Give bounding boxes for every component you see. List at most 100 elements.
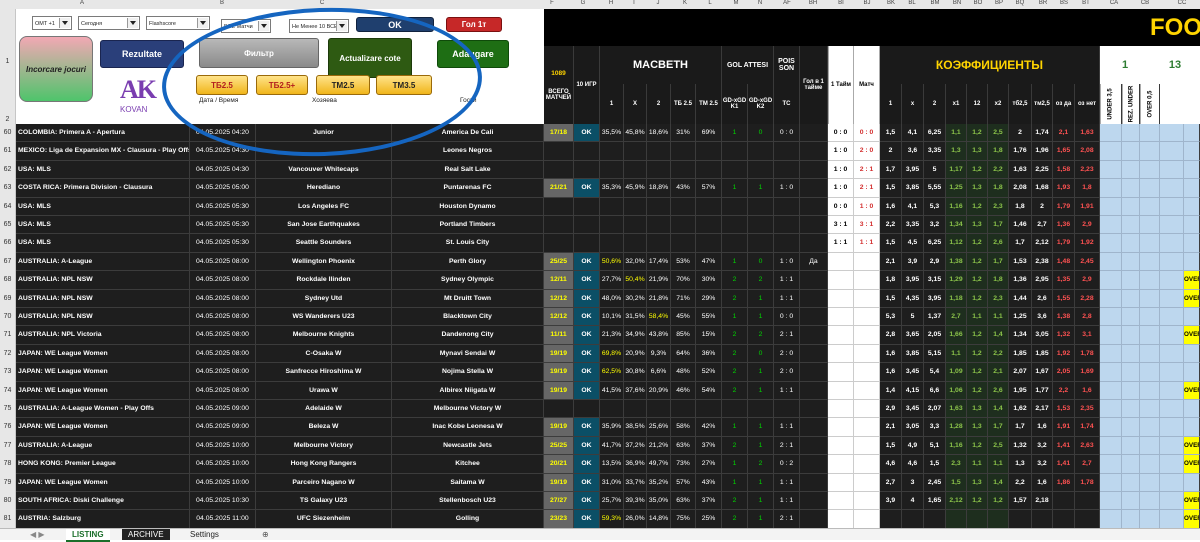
blank-cell[interactable] (1140, 344, 1160, 364)
column-letter[interactable]: BK (887, 0, 895, 6)
home-cell[interactable]: Adelaide W (256, 400, 392, 419)
datetime-cell[interactable]: 04.05.2025 11:00 (190, 510, 256, 529)
gdx1-cell[interactable] (722, 400, 748, 419)
prob-px-cell[interactable] (624, 160, 647, 180)
rez-under-cell[interactable] (1122, 363, 1140, 382)
blank-cell[interactable] (1140, 179, 1160, 198)
gdx2-cell[interactable]: 1 (748, 381, 774, 400)
coef-cell[interactable]: 1,1 (946, 124, 967, 143)
row-header-2[interactable]: 2 (0, 115, 16, 124)
tm-cell[interactable]: 47% (696, 252, 722, 272)
tc-cell[interactable]: 1 : 1 (774, 381, 800, 400)
tb-cell[interactable]: 75% (671, 510, 696, 529)
coef-cell[interactable]: 1,2 (967, 326, 988, 345)
tc-cell[interactable]: 2 : 0 (774, 344, 800, 364)
row-header[interactable]: 71 (0, 326, 16, 345)
over-cell[interactable]: OVER 0,5 (1184, 271, 1200, 290)
under-cell[interactable] (1100, 142, 1122, 161)
coef-cell[interactable]: 2,9 (1075, 271, 1100, 290)
coef-cell[interactable]: 2,9 (880, 400, 902, 419)
blank-cell[interactable] (1160, 510, 1184, 529)
last10-cell[interactable] (574, 197, 600, 216)
coef-cell[interactable]: 4,1 (902, 197, 924, 216)
tb-cell[interactable]: 70% (671, 271, 696, 290)
total-cell[interactable]: 21/21 (544, 179, 574, 198)
coef-cell[interactable]: 1,18 (946, 289, 967, 308)
row-header[interactable]: 67 (0, 252, 16, 272)
column-letter[interactable]: CB (1141, 0, 1149, 6)
coef-cell[interactable]: 1,85 (1009, 344, 1032, 364)
row-header[interactable]: 68 (0, 271, 16, 290)
tc-cell[interactable]: 1 : 1 (774, 289, 800, 308)
coef-cell[interactable]: 2 (880, 142, 902, 161)
coef-cell[interactable] (946, 510, 967, 529)
league-cell[interactable]: AUSTRALIA: A-League (16, 436, 190, 456)
datetime-cell[interactable]: 04.05.2025 10:00 (190, 473, 256, 492)
coef-cell[interactable]: 2,08 (1075, 142, 1100, 161)
coef-cell[interactable]: 1,3 (967, 179, 988, 198)
over-cell[interactable] (1184, 160, 1200, 180)
coef-cell[interactable]: 1,41 (1053, 436, 1075, 456)
tab-nav-icon[interactable]: ◀ ▶ (24, 529, 51, 540)
rez-under-cell[interactable] (1122, 124, 1140, 143)
fulltime-cell[interactable] (854, 510, 880, 529)
gdx2-cell[interactable] (748, 142, 774, 161)
gol1-cell[interactable] (800, 234, 828, 253)
tb-cell[interactable]: 85% (671, 326, 696, 345)
blank-cell[interactable] (1160, 418, 1184, 437)
coef-cell[interactable]: 2,12 (1032, 234, 1053, 253)
fulltime-cell[interactable] (854, 289, 880, 308)
gol1-cell[interactable] (800, 326, 828, 345)
under-cell[interactable] (1100, 179, 1122, 198)
total-cell[interactable] (544, 400, 574, 419)
prob-p2-cell[interactable] (647, 197, 671, 216)
halftime-cell[interactable] (828, 418, 854, 437)
blank-cell[interactable] (1160, 436, 1184, 456)
coef-cell[interactable]: 1,4 (988, 473, 1009, 492)
datetime-cell[interactable]: 04.05.2025 08:00 (190, 363, 256, 382)
coef-cell[interactable]: 2 (1032, 197, 1053, 216)
coef-cell[interactable]: 1,62 (1009, 400, 1032, 419)
under-cell[interactable] (1100, 344, 1122, 364)
coef-cell[interactable]: 4,6 (880, 455, 902, 474)
away-cell[interactable]: Sydney Olympic (392, 271, 544, 290)
coef-cell[interactable]: 1,09 (946, 363, 967, 382)
coef-cell[interactable] (1053, 492, 1075, 511)
tb-cell[interactable]: 63% (671, 436, 696, 456)
day-select[interactable]: Сегодня (78, 16, 140, 30)
table-row[interactable]: 73 JAPAN: WE League Women 04.05.2025 08:00… (0, 363, 1200, 382)
coef-cell[interactable]: 1,5 (946, 473, 967, 492)
blank-cell[interactable] (1160, 216, 1184, 235)
prob-p1-cell[interactable] (600, 216, 624, 235)
row-header[interactable]: 81 (0, 510, 16, 529)
column-letter[interactable]: BH (809, 0, 817, 6)
over-cell[interactable] (1184, 216, 1200, 235)
over-cell[interactable] (1184, 197, 1200, 216)
coef-cell[interactable]: 4,9 (902, 436, 924, 456)
column-letter[interactable]: AF (783, 0, 791, 6)
coef-cell[interactable]: 1,6 (880, 363, 902, 382)
coef-cell[interactable]: 1,92 (1075, 234, 1100, 253)
min-games-select[interactable]: Не Менее 10 ВСЕХ (289, 19, 349, 33)
league-cell[interactable]: JAPAN: WE League Women (16, 363, 190, 382)
coef-cell[interactable]: 2,45 (924, 473, 946, 492)
datetime-cell[interactable]: 04.05.2025 08:00 (190, 344, 256, 364)
coef-cell[interactable]: 1,2 (967, 344, 988, 364)
gdx1-cell[interactable]: 2 (722, 381, 748, 400)
gdx2-cell[interactable]: 1 (748, 473, 774, 492)
blank-cell[interactable] (1160, 179, 1184, 198)
away-cell[interactable]: Nojima Stella W (392, 363, 544, 382)
coef-cell[interactable]: 1,25 (1009, 308, 1032, 327)
coef-cell[interactable]: 1,06 (946, 381, 967, 400)
datetime-cell[interactable]: 04.05.2025 08:00 (190, 252, 256, 272)
tm-cell[interactable] (696, 400, 722, 419)
last10-cell[interactable]: OK (574, 436, 600, 456)
under-cell[interactable] (1100, 436, 1122, 456)
datetime-cell[interactable]: 04.05.2025 10:00 (190, 436, 256, 456)
column-letter[interactable]: BI (838, 0, 844, 6)
over-cell[interactable] (1184, 473, 1200, 492)
coef-cell[interactable]: 2,7 (1075, 455, 1100, 474)
prob-px-cell[interactable] (624, 197, 647, 216)
prob-px-cell[interactable]: 39,3% (624, 492, 647, 511)
row-header[interactable]: 78 (0, 455, 16, 474)
